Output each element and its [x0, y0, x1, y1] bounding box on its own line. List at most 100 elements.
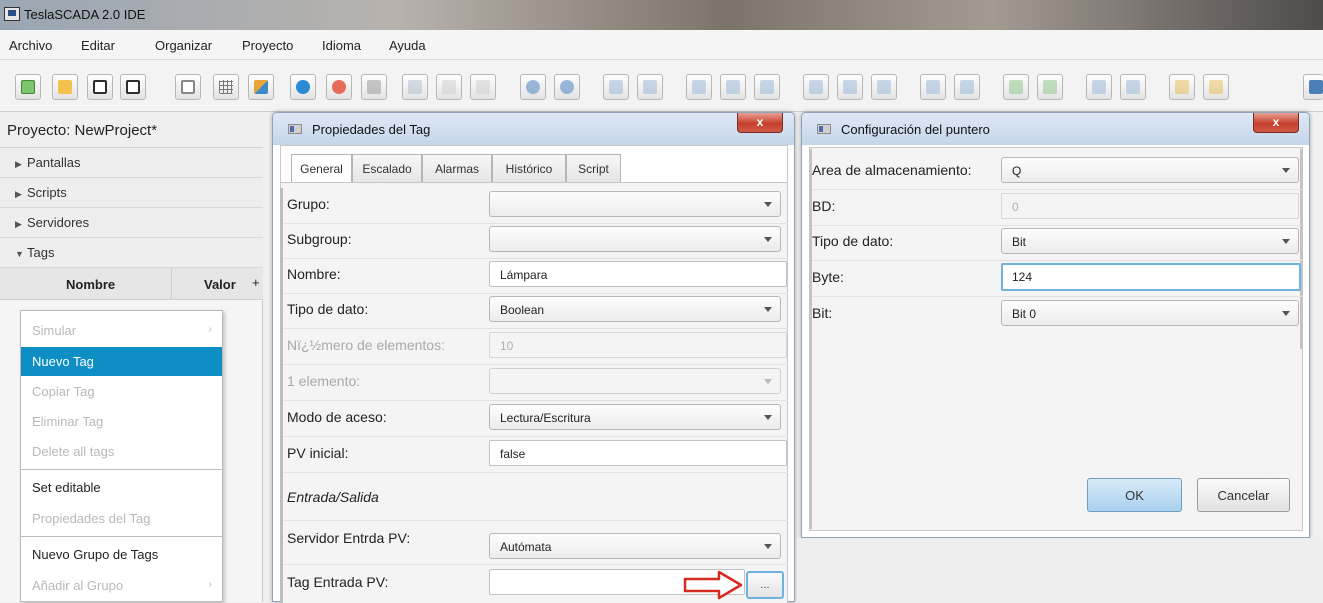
- close-button[interactable]: x: [1253, 113, 1299, 133]
- modo-aceso-combo[interactable]: Lectura/Escritura: [489, 404, 781, 430]
- menu-item-copiar-tag[interactable]: Copiar Tag: [21, 377, 222, 406]
- browse-button[interactable]: ...: [746, 571, 784, 599]
- section-servidores[interactable]: ▶ Servidores: [0, 208, 263, 238]
- menu-item-set-editable[interactable]: Set editable: [21, 473, 222, 502]
- cut-button[interactable]: [402, 74, 428, 100]
- rotate-left-button[interactable]: [1003, 74, 1029, 100]
- menu-organizar[interactable]: Organizar: [155, 38, 212, 53]
- undo-icon: [526, 80, 540, 94]
- stop-button[interactable]: [326, 74, 352, 100]
- tipo-dato-combo[interactable]: Bit: [1001, 228, 1299, 254]
- column-valor[interactable]: Valor: [204, 277, 236, 292]
- tab-general[interactable]: General: [291, 154, 352, 183]
- elemento-combo[interactable]: [489, 368, 781, 394]
- section-pantallas[interactable]: ▶ Pantallas: [0, 148, 263, 178]
- grupo-combo[interactable]: [489, 191, 781, 217]
- copy-button[interactable]: [436, 74, 462, 100]
- menu-item-label: Nuevo Grupo de Tags: [32, 547, 159, 562]
- to-front-button[interactable]: [603, 74, 629, 100]
- align-right-icon: [760, 80, 774, 94]
- bit-label: Bit:: [812, 305, 833, 321]
- tab-script[interactable]: Script: [566, 154, 621, 182]
- menu-idioma[interactable]: Idioma: [322, 38, 361, 53]
- nombre-field[interactable]: Lámpara: [489, 261, 787, 287]
- save-button[interactable]: [87, 74, 113, 100]
- grid-button[interactable]: [213, 74, 239, 100]
- tags-table-header: Nombre Valor +: [0, 268, 263, 300]
- ungroup-button[interactable]: [1120, 74, 1146, 100]
- distribute-v-button[interactable]: [954, 74, 980, 100]
- distribute-h-button[interactable]: [920, 74, 946, 100]
- align-top-button[interactable]: [803, 74, 829, 100]
- align-right-button[interactable]: [754, 74, 780, 100]
- rotate-right-button[interactable]: [1037, 74, 1063, 100]
- menu-item-propiedades[interactable]: Propiedades del Tag: [21, 504, 222, 533]
- open-button[interactable]: [52, 74, 78, 100]
- menu-proyecto[interactable]: Proyecto: [242, 38, 293, 53]
- pv-inicial-label: PV inicial:: [287, 445, 349, 461]
- align-middle-button[interactable]: [837, 74, 863, 100]
- add-column-button[interactable]: +: [252, 275, 260, 290]
- align-top-icon: [809, 80, 823, 94]
- scrollbar[interactable]: [1300, 149, 1303, 349]
- unlock-button[interactable]: [1203, 74, 1229, 100]
- dialog-icon: [817, 124, 831, 134]
- pv-inicial-field[interactable]: false: [489, 440, 787, 466]
- bd-field[interactable]: 0: [1001, 193, 1299, 219]
- chevron-down-icon: [764, 379, 772, 384]
- close-button[interactable]: x: [737, 113, 783, 133]
- align-bottom-button[interactable]: [871, 74, 897, 100]
- tipo-dato-combo[interactable]: Boolean: [489, 296, 781, 322]
- lock-button[interactable]: [1169, 74, 1195, 100]
- subgroup-combo[interactable]: [489, 226, 781, 252]
- row-divider: [283, 564, 788, 565]
- align-left-button[interactable]: [686, 74, 712, 100]
- scrollbar[interactable]: [280, 188, 283, 603]
- menu-ayuda[interactable]: Ayuda: [389, 38, 426, 53]
- paste-button[interactable]: [470, 74, 496, 100]
- section-scripts[interactable]: ▶ Scripts: [0, 178, 263, 208]
- shapes-button[interactable]: [248, 74, 274, 100]
- menu-item-nuevo-tag[interactable]: Nuevo Tag: [21, 347, 222, 376]
- menu-editar[interactable]: Editar: [81, 38, 115, 53]
- save-icon: [93, 80, 107, 94]
- menu-item-simular[interactable]: Simular ›: [21, 316, 222, 345]
- menu-item-label: Delete all tags: [32, 444, 115, 459]
- servidor-combo[interactable]: Autómata: [489, 533, 781, 559]
- tab-historico[interactable]: Histórico: [492, 154, 566, 182]
- redo-button[interactable]: [554, 74, 580, 100]
- ok-button[interactable]: OK: [1087, 478, 1182, 512]
- num-elementos-field[interactable]: 10: [489, 332, 787, 358]
- menu-item-delete-all[interactable]: Delete all tags: [21, 437, 222, 466]
- subgroup-label: Subgroup:: [287, 231, 352, 247]
- menu-archivo[interactable]: Archivo: [9, 38, 52, 53]
- cancel-button[interactable]: Cancelar: [1197, 478, 1290, 512]
- tab-escalado[interactable]: Escalado: [352, 154, 422, 182]
- to-back-button[interactable]: [637, 74, 663, 100]
- expand-arrow-icon: ▶: [15, 189, 22, 199]
- align-center-button[interactable]: [720, 74, 746, 100]
- menu-item-eliminar-tag[interactable]: Eliminar Tag: [21, 407, 222, 436]
- menu-item-anadir-grupo[interactable]: Añadir al Grupo ›: [21, 571, 222, 600]
- align-center-icon: [726, 80, 740, 94]
- menu-item-label: Nuevo Tag: [32, 354, 94, 369]
- section-tags[interactable]: ▼ Tags: [0, 238, 263, 268]
- menu-item-nuevo-grupo[interactable]: Nuevo Grupo de Tags: [21, 540, 222, 569]
- window-button[interactable]: [175, 74, 201, 100]
- save-as-button[interactable]: [120, 74, 146, 100]
- modo-aceso-label: Modo de aceso:: [287, 409, 387, 425]
- group-button[interactable]: [1086, 74, 1112, 100]
- byte-field[interactable]: 124: [1001, 263, 1301, 291]
- area-combo[interactable]: Q: [1001, 157, 1299, 183]
- dialog-icon: [288, 124, 302, 134]
- undo-button[interactable]: [520, 74, 546, 100]
- tab-alarmas[interactable]: Alarmas: [422, 154, 492, 182]
- column-nombre[interactable]: Nombre: [66, 277, 115, 292]
- more-button[interactable]: [1303, 74, 1323, 100]
- bit-combo[interactable]: Bit 0: [1001, 300, 1299, 326]
- section-label: Tags: [27, 245, 55, 260]
- run-button[interactable]: [290, 74, 316, 100]
- new-screen-button[interactable]: [15, 74, 41, 100]
- upload-button[interactable]: [361, 74, 387, 100]
- section-label: Pantallas: [27, 155, 81, 170]
